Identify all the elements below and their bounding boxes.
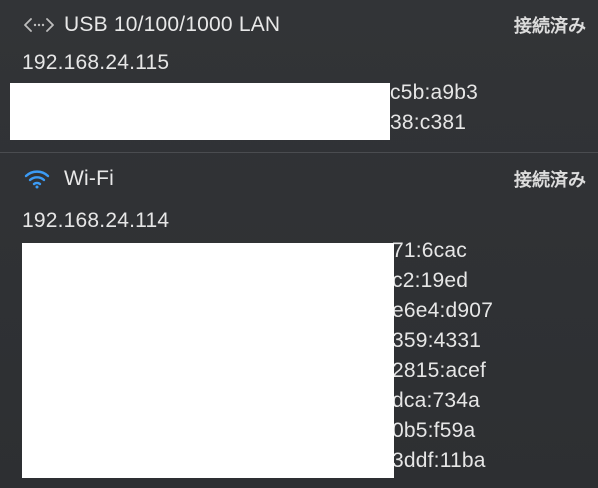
- wifi-status: 接続済み: [514, 170, 586, 190]
- usb-lan-status: 接続済み: [514, 16, 586, 36]
- usb-lan-name: USB 10/100/1000 LAN: [64, 13, 281, 36]
- usb-ipv4-address: 192.168.24.115: [22, 51, 170, 74]
- usb-lan-section[interactable]: USB 10/100/1000 LAN 接続済み 192.168.24.115 …: [0, 0, 598, 152]
- redaction-box: [22, 243, 394, 478]
- ethernet-arrows-icon: [24, 13, 54, 37]
- section-divider: [0, 152, 598, 153]
- network-status-panel: USB 10/100/1000 LAN 接続済み 192.168.24.115 …: [0, 0, 598, 488]
- wifi-icon: [24, 167, 54, 191]
- redaction-box: [10, 83, 390, 140]
- wifi-ipv4-address: 192.168.24.114: [22, 209, 170, 232]
- wifi-header: Wi-Fi 接続済み: [24, 164, 586, 194]
- usb-lan-header: USB 10/100/1000 LAN 接続済み: [24, 10, 586, 40]
- wifi-section[interactable]: Wi-Fi 接続済み 192.168.24.114 71:6cac c2:19e…: [0, 154, 598, 488]
- wifi-name: Wi-Fi: [64, 167, 114, 190]
